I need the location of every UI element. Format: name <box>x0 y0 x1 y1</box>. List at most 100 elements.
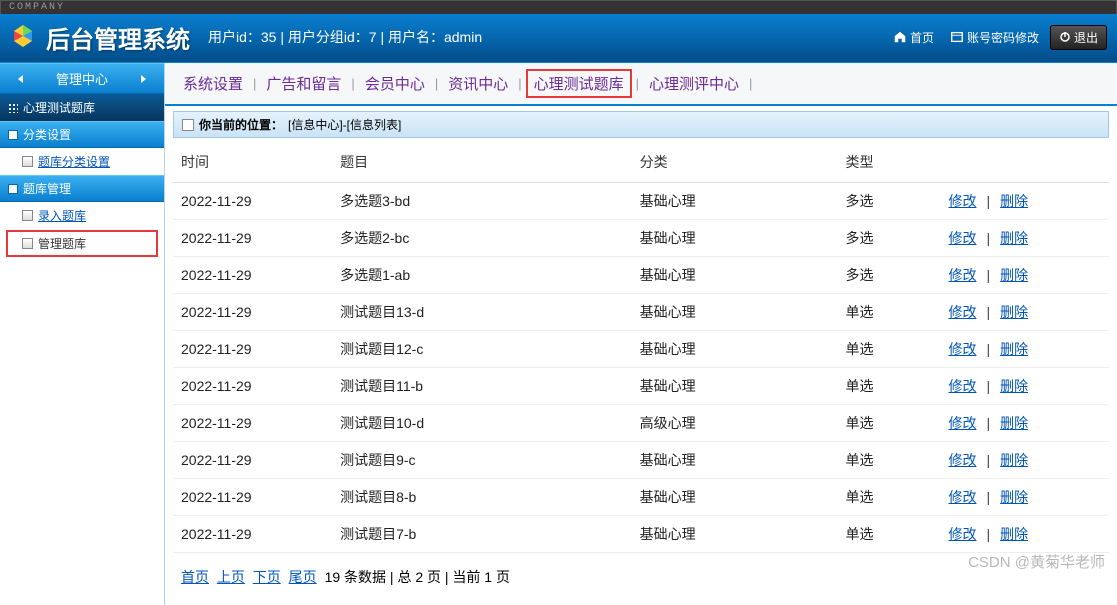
logout-label: 退出 <box>1074 29 1098 46</box>
delete-link[interactable]: 删除 <box>1000 489 1028 505</box>
top-nav: 系统设置|广告和留言|会员中心|资讯中心|心理测试题库|心理测评中心| <box>165 63 1117 106</box>
content-area: 系统设置|广告和留言|会员中心|资讯中心|心理测试题库|心理测评中心| 你当前的… <box>165 63 1117 605</box>
sidebar-link[interactable]: 题库分类设置 <box>38 153 110 170</box>
edit-link[interactable]: 修改 <box>948 267 976 283</box>
col-header: 分类 <box>632 142 838 183</box>
action-separator: | <box>986 526 990 542</box>
logo-icon <box>10 23 36 52</box>
action-separator: | <box>986 267 990 283</box>
cell-actions: 修改 | 删除 <box>940 257 1109 294</box>
topnav-item-3[interactable]: 资讯中心 <box>442 71 514 96</box>
cell-title: 测试题目12-c <box>332 331 632 368</box>
sidebar-item-import-questions[interactable]: 录入题库 <box>0 202 164 229</box>
user-info: 用户id：35 | 用户分组id：7 | 用户名：admin <box>208 27 482 47</box>
topnav-item-5[interactable]: 心理测评中心 <box>643 71 745 96</box>
sidebar-item-manage-questions[interactable]: 管理题库 <box>6 230 158 257</box>
action-separator: | <box>986 304 990 320</box>
action-separator: | <box>986 341 990 357</box>
cell-title: 测试题目10-d <box>332 405 632 442</box>
cell-cat: 基础心理 <box>632 479 838 516</box>
sidebar-header: 管理中心 <box>0 63 164 94</box>
edit-link[interactable]: 修改 <box>948 415 976 431</box>
table-row: 2022-11-29测试题目8-b基础心理单选修改|删除 <box>173 479 1109 516</box>
cell-title: 测试题目9-c <box>332 442 632 479</box>
cell-type: 单选 <box>838 442 941 479</box>
cell-cat: 基础心理 <box>632 331 838 368</box>
cell-cat: 基础心理 <box>632 220 838 257</box>
home-link[interactable]: 首页 <box>888 26 939 49</box>
cell-time: 2022-11-29 <box>173 516 332 553</box>
delete-link[interactable]: 删除 <box>1000 452 1028 468</box>
edit-link[interactable]: 修改 <box>948 378 976 394</box>
nav-separator: | <box>636 76 639 91</box>
cell-actions: 修改 | 删除 <box>940 442 1109 479</box>
logout-button[interactable]: 退出 <box>1050 25 1107 50</box>
nav-separator: | <box>749 76 752 91</box>
cell-actions: 修改|删除 <box>940 368 1109 405</box>
nav-separator: | <box>435 76 438 91</box>
data-table: 时间题目分类类型 2022-11-29多选题3-bd基础心理多选修改|删除202… <box>173 142 1109 553</box>
table-row: 2022-11-29测试题目7-b基础心理单选修改|删除 <box>173 516 1109 553</box>
table-row: 2022-11-29多选题1-ab基础心理多选修改|删除 <box>173 257 1109 294</box>
delete-link[interactable]: 删除 <box>1000 341 1028 357</box>
cell-time: 2022-11-29 <box>173 442 332 479</box>
panel-label: 分类设置 <box>23 126 71 143</box>
action-separator: | <box>986 452 990 468</box>
action-separator: | <box>986 489 990 505</box>
page-last[interactable]: 尾页 <box>289 569 317 585</box>
delete-link[interactable]: 删除 <box>1000 267 1028 283</box>
app-title: 后台管理系统 <box>46 20 190 55</box>
cell-type: 多选 <box>838 183 941 220</box>
delete-link[interactable]: 删除 <box>1000 378 1028 394</box>
delete-link[interactable]: 删除 <box>1000 193 1028 209</box>
cell-type: 多选 <box>838 220 941 257</box>
cell-cat: 高级心理 <box>632 405 838 442</box>
doc-icon <box>22 238 33 249</box>
edit-link[interactable]: 修改 <box>948 452 976 468</box>
cell-actions: 修改 | 删除 <box>940 479 1109 516</box>
edit-link[interactable]: 修改 <box>948 526 976 542</box>
table-row: 2022-11-29测试题目9-c基础心理单选修改|删除 <box>173 442 1109 479</box>
square-icon <box>8 130 18 140</box>
edit-link[interactable]: 修改 <box>948 230 976 246</box>
sidebar-section-text: 心理测试题库 <box>23 99 95 116</box>
topnav-item-1[interactable]: 广告和留言 <box>260 71 347 96</box>
page-first[interactable]: 首页 <box>181 569 209 585</box>
page-next[interactable]: 下页 <box>253 569 281 585</box>
edit-link[interactable]: 修改 <box>948 489 976 505</box>
delete-link[interactable]: 删除 <box>1000 304 1028 320</box>
topnav-item-2[interactable]: 会员中心 <box>359 71 431 96</box>
cell-title: 测试题目7-b <box>332 516 632 553</box>
doc-icon <box>22 156 33 167</box>
sidebar-link[interactable]: 录入题库 <box>38 207 86 224</box>
topnav-item-0[interactable]: 系统设置 <box>177 71 249 96</box>
delete-link[interactable]: 删除 <box>1000 230 1028 246</box>
cell-type: 单选 <box>838 405 941 442</box>
delete-link[interactable]: 删除 <box>1000 526 1028 542</box>
cell-actions: 修改 | 删除 <box>940 516 1109 553</box>
cell-cat: 基础心理 <box>632 516 838 553</box>
square-icon <box>8 184 18 194</box>
cell-actions: 修改|删除 <box>940 183 1109 220</box>
cell-title: 测试题目13-d <box>332 294 632 331</box>
change-password-link[interactable]: 账号密码修改 <box>945 26 1044 49</box>
edit-link[interactable]: 修改 <box>948 193 976 209</box>
doc-icon <box>22 210 33 221</box>
panel-question-management[interactable]: 题库管理 <box>0 175 164 202</box>
delete-link[interactable]: 删除 <box>1000 415 1028 431</box>
panel-category-settings[interactable]: 分类设置 <box>0 121 164 148</box>
nav-separator: | <box>253 76 256 91</box>
sidebar-item-category-settings[interactable]: 题库分类设置 <box>0 148 164 175</box>
nav-separator: | <box>351 76 354 91</box>
edit-link[interactable]: 修改 <box>948 341 976 357</box>
edit-link[interactable]: 修改 <box>948 304 976 320</box>
cell-cat: 基础心理 <box>632 183 838 220</box>
topnav-item-4[interactable]: 心理测试题库 <box>526 69 632 98</box>
cell-cat: 基础心理 <box>632 368 838 405</box>
cell-cat: 基础心理 <box>632 257 838 294</box>
list-icon <box>182 119 194 131</box>
panel-label: 题库管理 <box>23 180 71 197</box>
page-prev[interactable]: 上页 <box>217 569 245 585</box>
cell-title: 测试题目11-b <box>332 368 632 405</box>
cell-type: 单选 <box>838 368 941 405</box>
